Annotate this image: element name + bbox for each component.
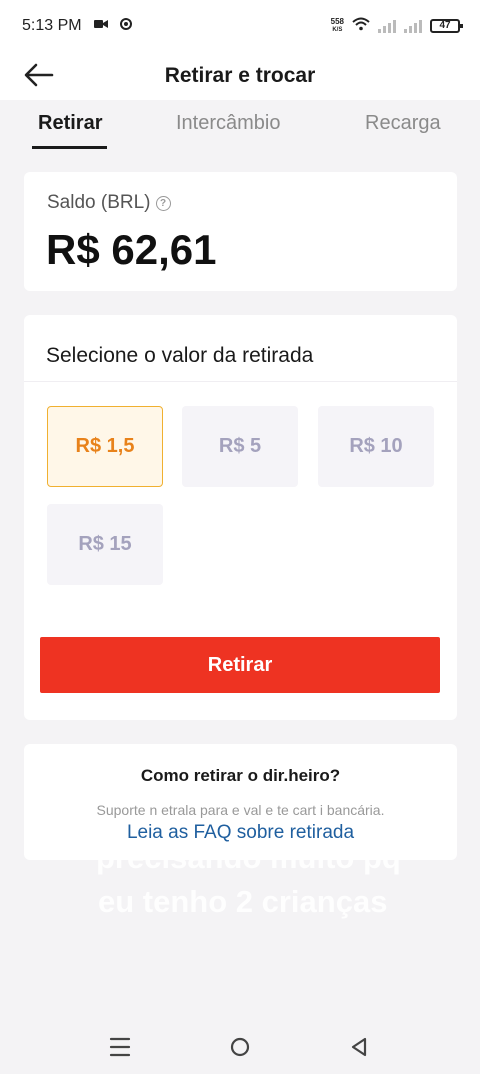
network-speed-unit: K/S: [332, 27, 343, 33]
balance-value: R$ 62,61: [46, 226, 217, 273]
tab-recarga[interactable]: Recarga: [365, 112, 441, 135]
signal-icon: [378, 19, 396, 33]
balance-label: Saldo (BRL): [47, 192, 151, 213]
status-bar: 5:13 PM 558 K/S 47: [0, 0, 480, 52]
menu-nav-button[interactable]: [108, 1036, 132, 1058]
tab-retirar[interactable]: Retirar: [38, 112, 102, 135]
withdraw-card: Selecione o valor da retirada R$ 1,5 R$ …: [24, 315, 457, 720]
tab-bar: Retirar Intercâmbio Recarga: [0, 100, 480, 152]
tab-intercambio[interactable]: Intercâmbio: [176, 112, 281, 135]
overlay-caption-line-2: eu tenho 2 crianças: [98, 884, 388, 919]
battery-indicator: 47: [430, 19, 463, 33]
wifi-icon: [352, 17, 370, 36]
network-speed-value: 558: [330, 17, 344, 26]
balance-label-row: Saldo (BRL) ?: [47, 192, 171, 214]
select-amount-title: Selecione o valor da retirada: [46, 344, 314, 367]
status-right: 558 K/S 47: [331, 17, 463, 36]
faq-subtitle: Suporte n etrala para e val e te cart i …: [96, 802, 385, 818]
page-title: Retirar e trocar: [164, 64, 316, 87]
amount-option-1-5[interactable]: R$ 1,5: [47, 406, 163, 487]
amount-option-15[interactable]: R$ 15: [47, 504, 163, 585]
help-icon[interactable]: ?: [155, 195, 171, 211]
faq-title: Como retirar o dir.heiro?: [140, 766, 341, 785]
faq-link[interactable]: Leia as FAQ sobre retirada: [24, 822, 457, 844]
faq-card: Como retirar o dir.heiro? Suporte n etra…: [24, 744, 457, 860]
amount-option-10[interactable]: R$ 10: [318, 406, 434, 487]
signal-icon-2: [404, 19, 422, 33]
back-nav-button[interactable]: [348, 1036, 372, 1058]
active-tab-indicator: [32, 146, 107, 149]
home-circle-icon: [230, 1037, 250, 1057]
status-left: 5:13 PM: [22, 17, 132, 35]
arrow-left-icon: [24, 63, 54, 87]
menu-icon: [109, 1037, 131, 1057]
status-time: 5:13 PM: [22, 17, 82, 34]
withdraw-button[interactable]: Retirar: [40, 637, 440, 693]
video-camera-icon: [93, 17, 108, 35]
divider: [24, 381, 457, 382]
back-button[interactable]: [22, 58, 56, 92]
network-speed: 558 K/S: [331, 18, 344, 34]
home-nav-button[interactable]: [228, 1036, 252, 1058]
app-header: Retirar e trocar: [0, 52, 480, 100]
system-nav-bar: [0, 1020, 480, 1074]
triangle-back-icon: [351, 1037, 367, 1057]
amount-option-5[interactable]: R$ 5: [182, 406, 298, 487]
notification-icon: [119, 17, 132, 35]
balance-card: Saldo (BRL) ? R$ 62,61: [24, 172, 457, 291]
